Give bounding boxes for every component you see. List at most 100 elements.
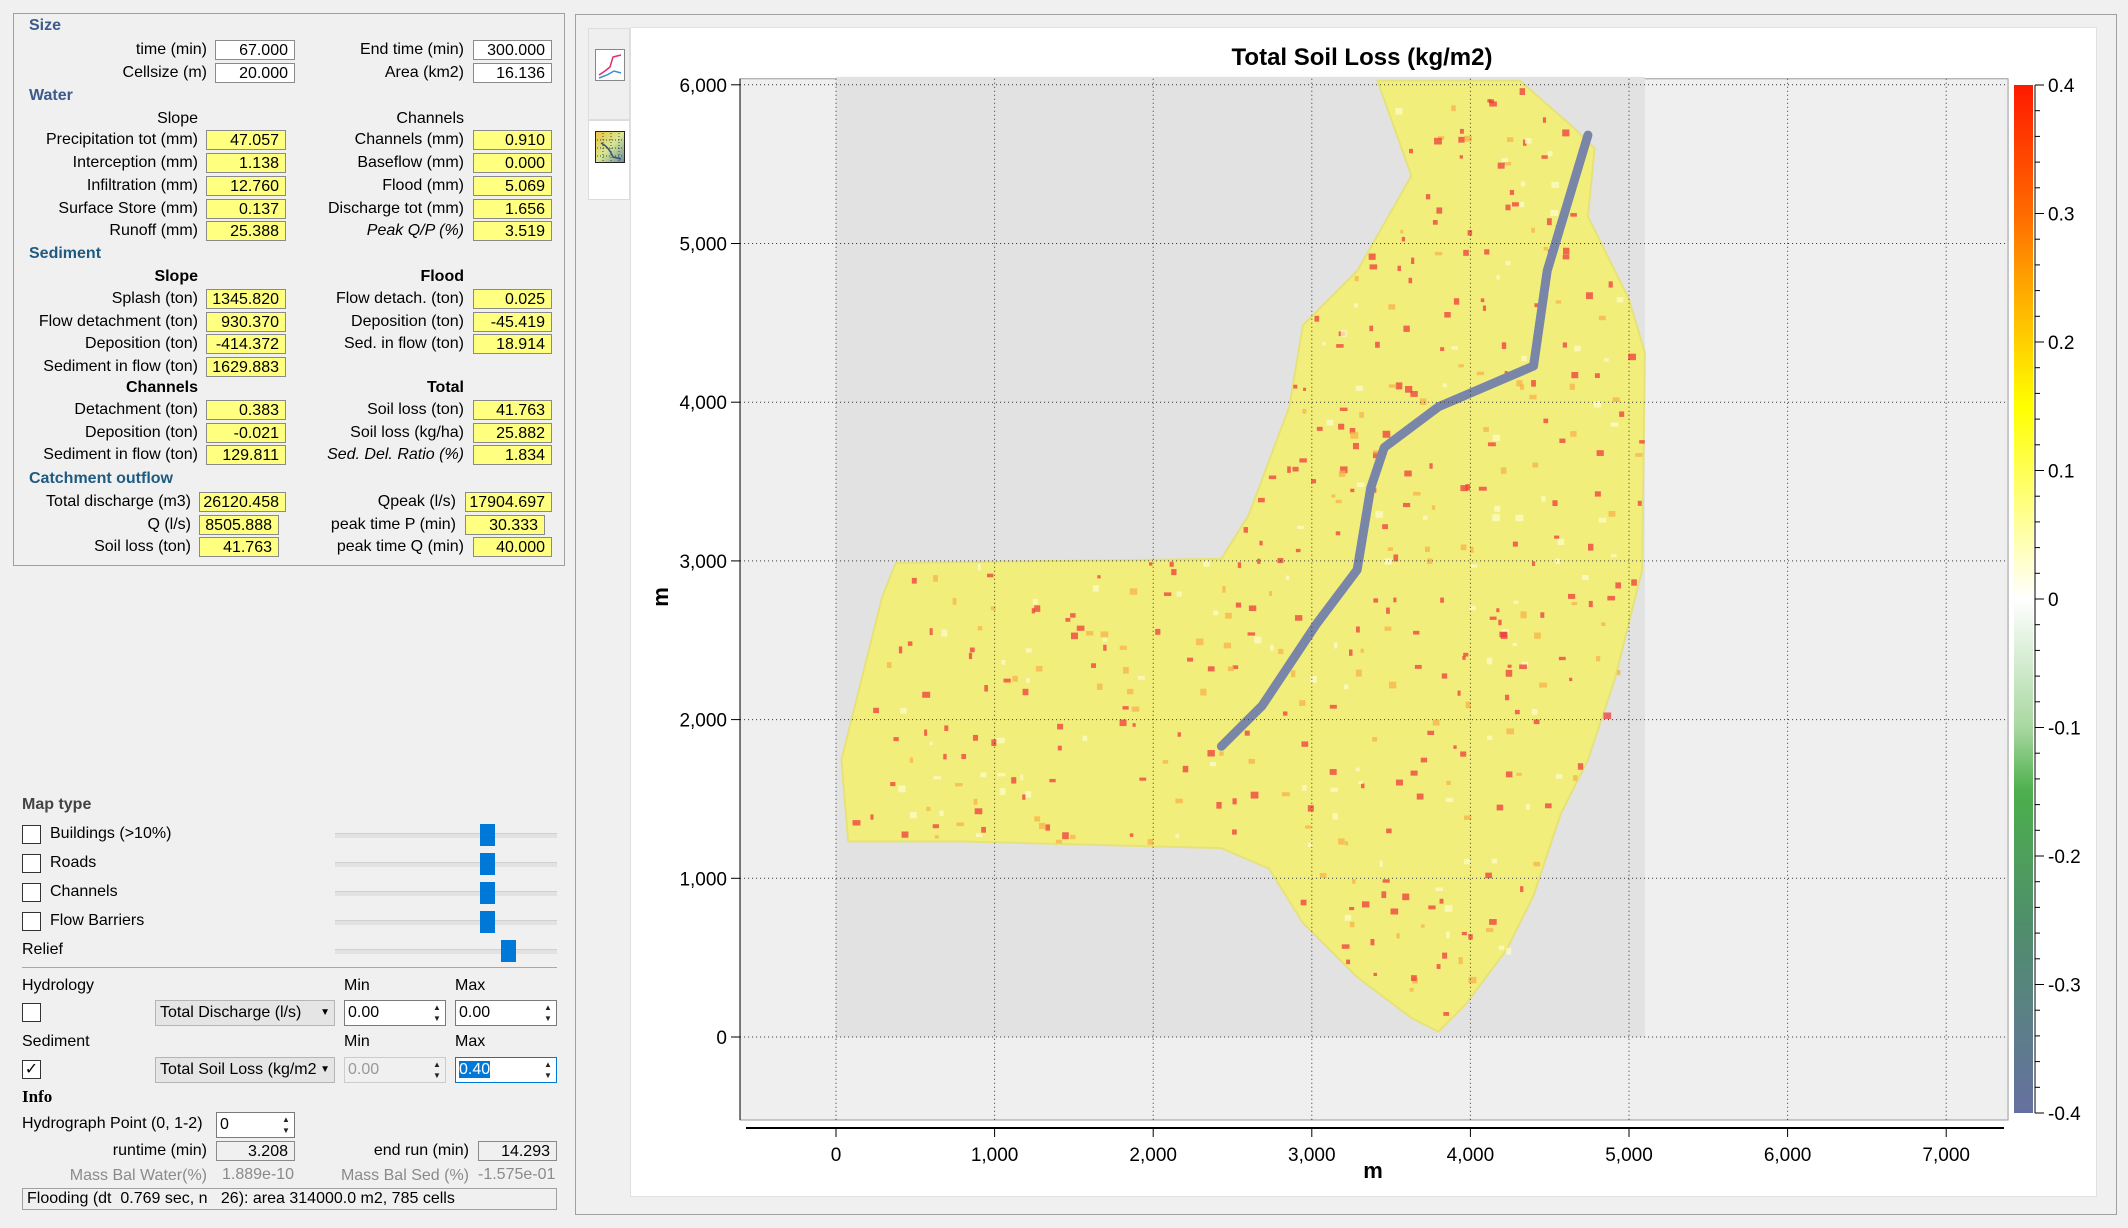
soil-loss-hotspot — [952, 598, 957, 605]
x-tick-label: 7,000 — [1922, 1145, 1970, 1166]
soil-loss-hotspot — [909, 757, 914, 763]
soil-loss-hotspot — [991, 739, 997, 747]
soil-loss-hotspot — [1303, 387, 1307, 391]
soil-loss-hotspot — [1487, 442, 1496, 447]
soil-loss-hotspot — [1243, 527, 1249, 533]
soil-loss-hotspot — [1464, 858, 1471, 865]
soil-loss-hotspot — [1601, 622, 1606, 626]
soil-loss-hotspot — [1588, 600, 1593, 608]
soil-loss-hotspot — [924, 729, 928, 736]
soil-loss-hotspot — [1501, 342, 1507, 349]
soil-loss-hotspot — [1460, 544, 1467, 551]
soil-loss-hotspot — [1379, 860, 1383, 867]
soil-loss-hotspot — [1301, 741, 1309, 747]
soil-loss-hotspot — [1468, 976, 1477, 984]
soil-loss-hotspot — [1463, 135, 1472, 142]
soil-loss-hotspot — [1459, 128, 1464, 134]
soil-loss-hotspot — [1443, 1012, 1450, 1016]
soil-loss-hotspot — [1372, 737, 1378, 742]
soil-loss-hotspot — [1616, 669, 1621, 676]
soil-loss-hotspot — [1069, 834, 1076, 840]
soil-loss-hotspot — [1404, 470, 1412, 477]
soil-loss-hotspot — [1444, 905, 1453, 912]
soil-loss-hotspot — [975, 833, 983, 838]
soil-loss-hotspot — [1395, 382, 1403, 390]
soil-loss-hotspot — [893, 737, 899, 742]
soil-loss-hotspot — [1335, 499, 1342, 504]
soil-loss-hotspot — [1057, 745, 1062, 751]
soil-loss-hotspot — [1300, 899, 1307, 906]
y-tick-label: 6,000 — [679, 76, 727, 97]
soil-loss-hotspot — [1596, 450, 1604, 456]
soil-loss-hotspot — [1459, 155, 1463, 159]
soil-loss-hotspot — [1516, 772, 1522, 776]
soil-loss-hotspot — [1555, 300, 1562, 304]
soil-loss-hotspot — [1355, 767, 1360, 772]
soil-loss-hotspot — [1092, 585, 1099, 592]
soil-loss-hotspot — [1489, 919, 1497, 925]
soil-loss-hotspot — [1434, 251, 1443, 256]
soil-loss-hotspot — [955, 783, 963, 787]
x-tick-label: 1,000 — [971, 1145, 1019, 1166]
soil-loss-hotspot — [1543, 246, 1548, 251]
soil-loss-hotspot — [1429, 463, 1433, 469]
soil-loss-hotspot — [870, 814, 874, 820]
soil-loss-hotspot — [1483, 427, 1489, 432]
soil-loss-hotspot — [1207, 750, 1215, 757]
soil-loss-hotspot — [1012, 675, 1018, 682]
soil-loss-hotspot — [977, 563, 981, 571]
soil-loss-hotspot — [1360, 648, 1364, 653]
soil-loss-hotspot — [1498, 945, 1505, 950]
soil-loss-hotspot — [1350, 431, 1359, 439]
soil-loss-hotspot — [1440, 597, 1444, 603]
soil-loss-hotspot — [1432, 220, 1438, 225]
soil-loss-hotspot — [1091, 663, 1097, 668]
soil-loss-hotspot — [1534, 632, 1541, 639]
soil-loss-hotspot — [1598, 315, 1606, 321]
soil-loss-hotspot — [1076, 625, 1085, 631]
soil-loss-hotspot — [1531, 227, 1535, 233]
soil-loss-hotspot — [1020, 774, 1024, 781]
soil-loss-hotspot — [1451, 346, 1459, 350]
soil-loss-hotspot — [1034, 605, 1041, 612]
y-tick-label: 2,000 — [679, 711, 727, 732]
soil-loss-hotspot — [1500, 467, 1507, 474]
soil-loss-hotspot — [939, 810, 944, 816]
soil-loss-hotspot — [980, 772, 987, 778]
soil-loss-hotspot — [1513, 600, 1519, 605]
soil-loss-hotspot — [1427, 730, 1435, 735]
soil-loss-map[interactable]: 0 1,000 2,000 3,000 4,000 5,000 6,000 7,000 0 1,0… — [0, 0, 2128, 1228]
soil-loss-hotspot — [1491, 858, 1497, 864]
soil-loss-hotspot — [1492, 434, 1501, 442]
soil-loss-hotspot — [1348, 649, 1353, 656]
soil-loss-hotspot — [1519, 664, 1527, 670]
colorbar-tick-label: 0.4 — [2048, 76, 2075, 97]
soil-loss-hotspot — [1547, 151, 1553, 157]
y-axis-label: m — [648, 587, 673, 607]
soil-loss-hotspot — [1441, 673, 1448, 679]
soil-loss-hotspot — [1531, 708, 1538, 715]
soil-loss-hotspot — [944, 725, 949, 731]
chart-title: Total Soil Loss (kg/m2) — [1232, 44, 1493, 71]
soil-loss-hotspot — [1086, 630, 1094, 636]
soil-loss-hotspot — [1577, 763, 1584, 770]
soil-loss-hotspot — [1562, 254, 1570, 260]
soil-loss-hotspot — [1569, 383, 1575, 390]
soil-loss-hotspot — [1341, 944, 1350, 949]
soil-loss-hotspot — [973, 798, 978, 805]
soil-loss-hotspot — [1375, 341, 1380, 348]
soil-loss-hotspot — [1603, 712, 1612, 720]
soil-loss-hotspot — [1319, 873, 1327, 878]
soil-loss-hotspot — [1403, 325, 1410, 332]
soil-loss-hotspot — [1489, 616, 1497, 620]
soil-loss-hotspot — [1361, 901, 1370, 908]
soil-loss-hotspot — [1463, 652, 1469, 657]
soil-loss-hotspot — [1546, 218, 1552, 226]
soil-loss-hotspot — [898, 646, 903, 654]
soil-loss-hotspot — [922, 691, 931, 698]
soil-loss-hotspot — [1525, 803, 1530, 811]
soil-loss-hotspot — [1420, 924, 1425, 928]
soil-loss-hotspot — [1514, 709, 1520, 715]
soil-loss-hotspot — [1232, 829, 1237, 835]
soil-loss-hotspot — [1386, 828, 1392, 834]
